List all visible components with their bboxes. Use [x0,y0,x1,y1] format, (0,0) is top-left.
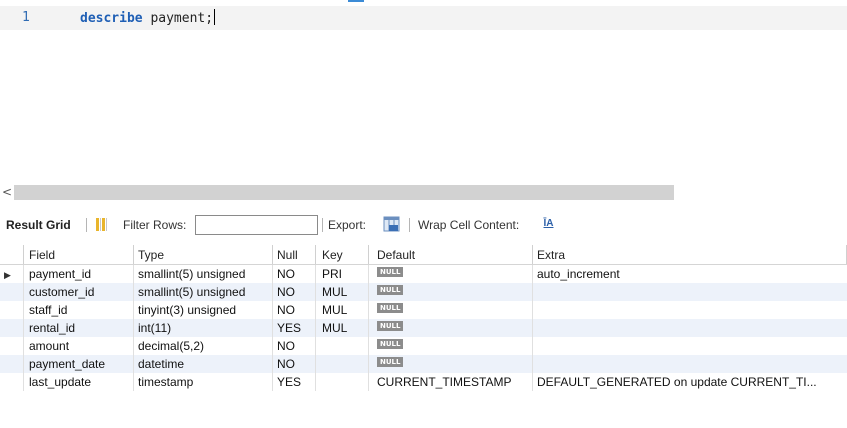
column-header-key[interactable]: Key [316,245,369,264]
null-badge: NULL [377,285,404,295]
line-number: 1 [22,10,30,25]
cell-default[interactable]: CURRENT_TIMESTAMP [369,373,533,391]
null-badge: NULL [377,339,404,349]
cell-type[interactable]: int(11) [134,319,273,337]
current-row-icon: ▶ [4,270,11,280]
cell-field[interactable]: customer_id [24,283,134,301]
cell-null[interactable]: NO [273,301,316,319]
row-header[interactable] [0,301,24,319]
toolbar-divider [409,218,410,232]
table-row[interactable]: amount decimal(5,2) NO NULL [0,337,847,355]
row-header[interactable] [0,373,24,391]
cell-key[interactable] [316,337,369,355]
table-row[interactable]: ▶ payment_id smallint(5) unsigned NO PRI NULL… [0,265,847,283]
cell-default[interactable]: NULL [369,283,533,301]
cell-field[interactable]: payment_date [24,355,134,373]
editor-top-marker [348,0,364,2]
filter-rows-input[interactable] [195,215,318,235]
grid-body: ▶ payment_id smallint(5) unsigned NO PRI NULL… [0,265,847,391]
row-header[interactable] [0,337,24,355]
column-header-field[interactable]: Field [24,245,134,264]
sql-statement[interactable]: describe payment; [80,9,216,26]
cell-null[interactable]: NO [273,265,316,283]
row-header[interactable] [0,319,24,337]
cell-extra[interactable]: DEFAULT_GENERATED on update CURRENT_TI..… [533,373,847,391]
null-badge: NULL [377,303,404,313]
cell-extra[interactable] [533,301,847,319]
column-header-type[interactable]: Type [134,245,273,264]
cell-default[interactable]: NULL [369,355,533,373]
cell-type[interactable]: datetime [134,355,273,373]
scroll-left-icon[interactable]: < [0,183,14,202]
cell-field[interactable]: rental_id [24,319,134,337]
table-row[interactable]: staff_id tinyint(3) unsigned NO MUL NULL [0,301,847,319]
result-grid-tab[interactable]: Result Grid [6,213,71,237]
cell-extra[interactable] [533,319,847,337]
cell-null[interactable]: NO [273,337,316,355]
grid-icon[interactable] [96,218,108,231]
cell-field[interactable]: staff_id [24,301,134,319]
row-header[interactable]: ▶ [0,265,24,283]
table-row[interactable]: customer_id smallint(5) unsigned NO MUL NULL [0,283,847,301]
cell-field[interactable]: last_update [24,373,134,391]
cell-null[interactable]: NO [273,283,316,301]
cell-field[interactable]: amount [24,337,134,355]
column-header-default[interactable]: Default [369,245,533,264]
table-row[interactable]: payment_date datetime NO NULL [0,355,847,373]
editor-line-1[interactable]: 1 describe payment; [0,6,847,30]
export-icon[interactable] [383,216,400,232]
cell-type[interactable]: tinyint(3) unsigned [134,301,273,319]
grid-header: Field Type Null Key Default Extra [0,245,847,265]
table-row[interactable]: last_update timestamp YES CURRENT_TIMESTAMP… [0,373,847,391]
sql-editor[interactable]: 1 describe payment; [0,0,847,183]
toolbar-divider [86,218,87,232]
row-header-corner [0,245,24,264]
cell-type[interactable]: smallint(5) unsigned [134,283,273,301]
text-caret [214,9,216,25]
cell-key[interactable]: MUL [316,319,369,337]
result-toolbar: Result Grid Filter Rows: Export: Wrap Ce… [0,213,847,237]
cell-null[interactable]: NO [273,355,316,373]
cell-extra[interactable] [533,337,847,355]
cell-key[interactable]: MUL [316,283,369,301]
scrollbar-thumb[interactable] [14,185,674,200]
export-label: Export: [328,218,367,232]
sql-table-name: payment; [150,11,214,26]
cell-key[interactable]: PRI [316,265,369,283]
row-header[interactable] [0,283,24,301]
null-badge: NULL [377,321,404,331]
cell-type[interactable]: decimal(5,2) [134,337,273,355]
null-badge: NULL [377,357,404,367]
cell-default[interactable]: NULL [369,265,533,283]
column-header-extra[interactable]: Extra [533,245,847,264]
sql-keyword: describe [80,11,143,26]
column-header-null[interactable]: Null [273,245,316,264]
wrap-cell-content-label: Wrap Cell Content: [418,218,520,232]
cell-extra[interactable] [533,355,847,373]
table-row[interactable]: rental_id int(11) YES MUL NULL [0,319,847,337]
row-header[interactable] [0,355,24,373]
cell-field[interactable]: payment_id [24,265,134,283]
cell-key[interactable] [316,355,369,373]
cell-key[interactable]: MUL [316,301,369,319]
cell-extra[interactable] [533,283,847,301]
cell-null[interactable]: YES [273,319,316,337]
toolbar-divider [322,218,323,232]
cell-default[interactable]: NULL [369,319,533,337]
cell-default[interactable]: NULL [369,337,533,355]
cell-null[interactable]: YES [273,373,316,391]
cell-extra[interactable]: auto_increment [533,265,847,283]
cell-type[interactable]: smallint(5) unsigned [134,265,273,283]
horizontal-scrollbar[interactable]: < [0,183,847,202]
cell-key[interactable] [316,373,369,391]
result-grid[interactable]: Field Type Null Key Default Extra ▶ payme… [0,245,847,391]
cell-type[interactable]: timestamp [134,373,273,391]
filter-rows-label: Filter Rows: [123,218,187,232]
null-badge: NULL [377,267,404,277]
wrap-cell-content-icon[interactable]: ĪA [542,217,555,232]
cell-default[interactable]: NULL [369,301,533,319]
